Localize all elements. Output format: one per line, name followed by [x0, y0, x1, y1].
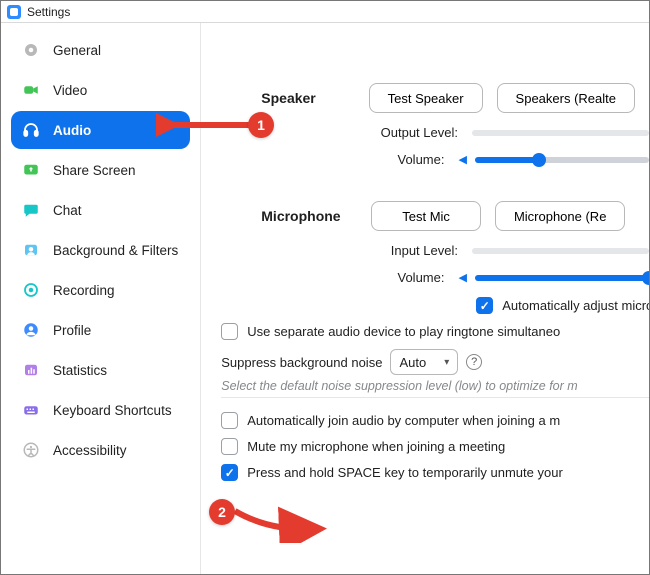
statistics-icon [21, 360, 41, 380]
auto-adjust-mic-checkbox[interactable]: ✓ [476, 297, 493, 314]
auto-join-audio-label: Automatically join audio by computer whe… [247, 413, 560, 428]
sidebar-item-label: General [53, 43, 101, 58]
audio-settings-panel: Speaker Test Speaker Speakers (Realte Ou… [201, 23, 649, 574]
volume-icon: ◀ [458, 271, 466, 284]
space-unmute-checkbox[interactable]: ✓ [221, 464, 238, 481]
sidebar-item-video[interactable]: Video [11, 71, 190, 109]
sidebar-item-label: Audio [53, 123, 91, 138]
share-screen-icon [21, 160, 41, 180]
sidebar-item-label: Background & Filters [53, 243, 178, 258]
video-icon [21, 80, 41, 100]
speaker-volume-slider[interactable] [475, 157, 649, 163]
headphones-icon [21, 120, 41, 140]
sidebar-item-accessibility[interactable]: Accessibility [11, 431, 190, 469]
suppress-noise-select[interactable]: Auto ▾ [390, 349, 458, 375]
mute-on-join-label: Mute my microphone when joining a meetin… [247, 439, 505, 454]
mic-input-level-meter [472, 248, 649, 254]
sidebar-item-label: Recording [53, 283, 115, 298]
sidebar-item-label: Accessibility [53, 443, 127, 458]
sidebar-item-statistics[interactable]: Statistics [11, 351, 190, 389]
speaker-volume-label: Volume: [261, 152, 444, 167]
space-unmute-label: Press and hold SPACE key to temporarily … [247, 465, 563, 480]
accessibility-icon [21, 440, 41, 460]
suppress-noise-label: Suppress background noise [221, 355, 382, 370]
speaker-device-select[interactable]: Speakers (Realte [497, 83, 635, 113]
sidebar-item-profile[interactable]: Profile [11, 311, 190, 349]
sidebar-item-label: Video [53, 83, 87, 98]
noise-hint-text: Select the default noise suppression lev… [221, 379, 649, 398]
recording-icon [21, 280, 41, 300]
titlebar: Settings [1, 1, 649, 23]
mic-volume-slider[interactable] [475, 275, 649, 281]
sidebar-item-label: Profile [53, 323, 91, 338]
sidebar-item-label: Chat [53, 203, 82, 218]
sidebar: General Video Audio Share Screen Chat [1, 23, 201, 574]
speaker-output-level-meter [472, 130, 649, 136]
window-title: Settings [27, 5, 70, 19]
microphone-section-label: Microphone [261, 208, 371, 224]
separate-ringtone-label: Use separate audio device to play ringto… [247, 324, 560, 339]
separate-ringtone-checkbox[interactable] [221, 323, 238, 340]
sidebar-item-keyboard-shortcuts[interactable]: Keyboard Shortcuts [11, 391, 190, 429]
chat-icon [21, 200, 41, 220]
mute-on-join-checkbox[interactable] [221, 438, 238, 455]
chevron-down-icon: ▾ [444, 357, 449, 368]
input-level-label: Input Level: [261, 243, 458, 258]
output-level-label: Output Level: [261, 125, 458, 140]
background-icon [21, 240, 41, 260]
mic-device-select[interactable]: Microphone (Re [495, 201, 626, 231]
auto-adjust-mic-label: Automatically adjust microphone volume [502, 298, 649, 313]
volume-icon: ◀ [458, 153, 466, 166]
test-mic-button[interactable]: Test Mic [371, 201, 481, 231]
help-icon[interactable]: ? [466, 354, 482, 370]
sidebar-item-general[interactable]: General [11, 31, 190, 69]
sidebar-item-share-screen[interactable]: Share Screen [11, 151, 190, 189]
test-speaker-button[interactable]: Test Speaker [369, 83, 483, 113]
annotation-callout-1: 1 [248, 112, 274, 138]
sidebar-item-label: Share Screen [53, 163, 136, 178]
sidebar-item-label: Keyboard Shortcuts [53, 403, 172, 418]
sidebar-item-chat[interactable]: Chat [11, 191, 190, 229]
keyboard-icon [21, 400, 41, 420]
app-icon [7, 5, 21, 19]
sidebar-item-background-filters[interactable]: Background & Filters [11, 231, 190, 269]
sidebar-item-label: Statistics [53, 363, 107, 378]
speaker-section-label: Speaker [261, 90, 368, 106]
annotation-callout-2: 2 [209, 499, 235, 525]
suppress-noise-value: Auto [399, 355, 426, 370]
profile-icon [21, 320, 41, 340]
auto-join-audio-checkbox[interactable] [221, 412, 238, 429]
sidebar-item-recording[interactable]: Recording [11, 271, 190, 309]
gear-icon [21, 40, 41, 60]
sidebar-item-audio[interactable]: Audio [11, 111, 190, 149]
mic-volume-label: Volume: [261, 270, 444, 285]
